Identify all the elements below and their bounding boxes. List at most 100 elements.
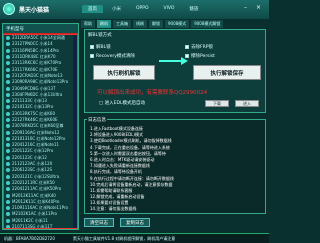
app-logo-icon <box>3 3 15 15</box>
main-area: 帮助 刷机 工具箱 线刷 解锁 9008模式 9008模式解锁 解BL锁方式 解BL锁 去除… <box>81 19 267 233</box>
tab-xiaomi[interactable]: 小米 <box>106 5 127 13</box>
phone-icon <box>6 162 10 167</box>
minimize-icon[interactable]: – <box>244 4 247 11</box>
phone-icon <box>6 55 10 60</box>
checkbox-recovery[interactable]: Recovery模式清除 <box>90 53 135 59</box>
phone-icon <box>6 67 10 72</box>
list-item-label: 2206123SC 小米12S <box>12 167 53 173</box>
status-bar: 机器：BFA8A7B02D82720 黑天小猫工具软件V1.8 对刷机程序解锁，… <box>0 233 269 243</box>
phone-icon <box>6 218 10 223</box>
phone-icon <box>6 86 10 91</box>
status-message: 黑天小猫工具软件V1.8 对刷机程序解锁，刷机用户请注意 <box>72 235 176 241</box>
phone-icon <box>6 124 10 129</box>
warning-text: 可以解锁出来成功，有需要联系QQ2990024 <box>97 90 208 96</box>
list-item-label: 23013RK75C 红米K60 <box>12 110 55 116</box>
phone-icon <box>6 99 10 104</box>
arrow-right-icon <box>159 57 188 65</box>
phone-icon <box>6 111 10 116</box>
phone-icon <box>6 80 10 85</box>
subtab[interactable]: 线刷 <box>133 20 147 28</box>
subtab[interactable]: 刷机 <box>97 20 111 28</box>
list-item-label: 2201122C 小米12Pro <box>12 148 54 154</box>
tab-meizu[interactable]: 魅族 <box>183 5 204 13</box>
phone-icon <box>6 130 10 135</box>
phone-icon <box>6 155 10 160</box>
log-panel: 日志信息 1.进入Fastboot模式设备连接 2.将设备进入9008(EDL)模… <box>84 117 266 214</box>
subtab[interactable]: 9008模式解锁 <box>191 20 224 28</box>
phone-icon <box>6 61 10 66</box>
phone-icon <box>6 48 10 53</box>
panel-title: 解BL锁方式 <box>88 33 112 38</box>
phone-icon <box>6 143 10 148</box>
list-item-label: M2102K1AC 小米11Pro <box>12 211 57 217</box>
close-icon[interactable]: × <box>256 4 261 11</box>
list-item[interactable]: 23090RA98C 红米Note13Pro <box>4 79 77 85</box>
phone-icon <box>6 225 10 228</box>
list-item-label: 2210132C 小米13Pro <box>12 104 54 110</box>
phone-icon <box>6 174 10 179</box>
list-item-label: 23117RK66C 红米K70E <box>12 66 58 72</box>
phone-icon <box>6 180 10 185</box>
phone-icon <box>6 105 10 110</box>
auto-edl-checkbox[interactable]: □ 进入EDL模式后自动 <box>99 100 145 106</box>
list-item-label: M2012K11C 红米K40Pro <box>12 198 60 204</box>
tab-oppo[interactable]: OPPO <box>130 5 155 13</box>
list-item-label: 2107113SG 小米11T <box>12 224 53 229</box>
sidebar: 手机型号 2312DRA50C 小米14全网通 23127PN0CC 小米14 23… <box>2 23 79 230</box>
list-item-label: 23113RKC6C 红米K70Pro <box>12 60 62 66</box>
list-item-label: 23127PN0CC 小米14 <box>12 41 53 47</box>
phone-icon <box>6 199 10 204</box>
phone-icon <box>6 136 10 141</box>
log-line: 14.注意：请勿拔出数据线 <box>90 206 137 212</box>
list-item-label: 22041211AC 红米K50Pro <box>12 186 62 192</box>
phone-icon <box>6 92 10 97</box>
phone-icon <box>6 118 10 122</box>
phone-icon <box>6 212 10 217</box>
subtab[interactable]: 解锁 <box>149 20 163 28</box>
subtab[interactable]: 工具箱 <box>113 20 131 28</box>
list-item-label: 2209116AG 红米Note12 <box>12 129 60 135</box>
flash-unlock-button[interactable]: 执行刷机解锁 <box>93 65 155 80</box>
subtab[interactable]: 帮助 <box>81 20 95 28</box>
tab-home[interactable]: 首页 <box>82 5 103 13</box>
list-item-label: 2304FPN6DC 小米13Ultra <box>12 91 63 97</box>
list-item-label: 23049PCD8G 小米13T <box>12 85 56 91</box>
model-list[interactable]: 2312DRA50C 小米14全网通 23127PN0CC 小米14 23116PN… <box>3 34 78 229</box>
device-id-text: 机器：BFA8A7B02D82720 <box>4 235 55 241</box>
list-item-label: 2203121C 小米12SUltra <box>12 173 60 179</box>
list-item-label: 23116PN5BC 小米14Pro <box>12 47 59 53</box>
unlock-panel: 解BL锁方式 解BL锁 去除FRP锁 Recovery模式清除 擦除Persis… <box>84 29 266 113</box>
list-item-label: 23078RKD5C 红米K60至尊 <box>12 123 64 129</box>
copy-log-button[interactable]: 复制日志 <box>120 218 150 227</box>
subtab[interactable]: 9008模式 <box>165 20 190 28</box>
list-item[interactable]: 2107113SG 小米11T <box>4 224 77 229</box>
list-item-label: 2201123C 小米12 <box>12 154 47 160</box>
phone-icon <box>6 187 10 192</box>
enter-button[interactable]: 进入 <box>235 100 259 107</box>
list-item-label: 22101316C 红米Note12Pro <box>12 135 66 141</box>
execute-unlock-button[interactable]: 执行解锁保存 <box>193 65 261 80</box>
phone-icon <box>6 73 10 78</box>
sub-tabs: 帮助 刷机 工具箱 线刷 解锁 9008模式 9008模式解锁 <box>81 20 225 28</box>
log-lines: 1.进入Fastboot模式设备连接 2.将设备进入9008(EDL)模式 3.使用… <box>90 126 260 213</box>
download-button[interactable]: 下载 <box>205 100 229 107</box>
app-title: 黑天小猫猫 <box>19 7 50 14</box>
tab-vivo[interactable]: VIVO <box>158 5 181 13</box>
list-item-label: M2011K2C 小米11 <box>12 217 48 223</box>
scrollbar[interactable] <box>73 35 77 228</box>
checkbox-persist[interactable]: 擦除Persist <box>185 53 215 59</box>
main-tabs: 首页 小米 OPPO VIVO 魅族 <box>82 5 207 13</box>
phone-icon <box>6 42 10 47</box>
title-bar: 黑天小猫猫 首页 小米 OPPO VIVO 魅族 – × <box>0 0 269 19</box>
list-item-label: M2012K11AC 红米K40 <box>12 192 56 198</box>
clear-log-button[interactable]: 清空日志 <box>84 218 114 227</box>
phone-icon <box>6 36 10 41</box>
phone-icon <box>6 149 10 154</box>
list-item-label: 23090RA98C 红米Note13Pro <box>12 79 69 85</box>
phone-icon <box>6 206 10 211</box>
log-title: 日志信息 <box>87 117 107 123</box>
checkbox-frp[interactable]: 去除FRP锁 <box>185 44 213 50</box>
checkbox-bl[interactable]: 解BL锁 <box>90 44 111 50</box>
phone-icon <box>6 193 10 198</box>
bottom-buttons: 清空日志 复制日志 <box>84 218 156 227</box>
